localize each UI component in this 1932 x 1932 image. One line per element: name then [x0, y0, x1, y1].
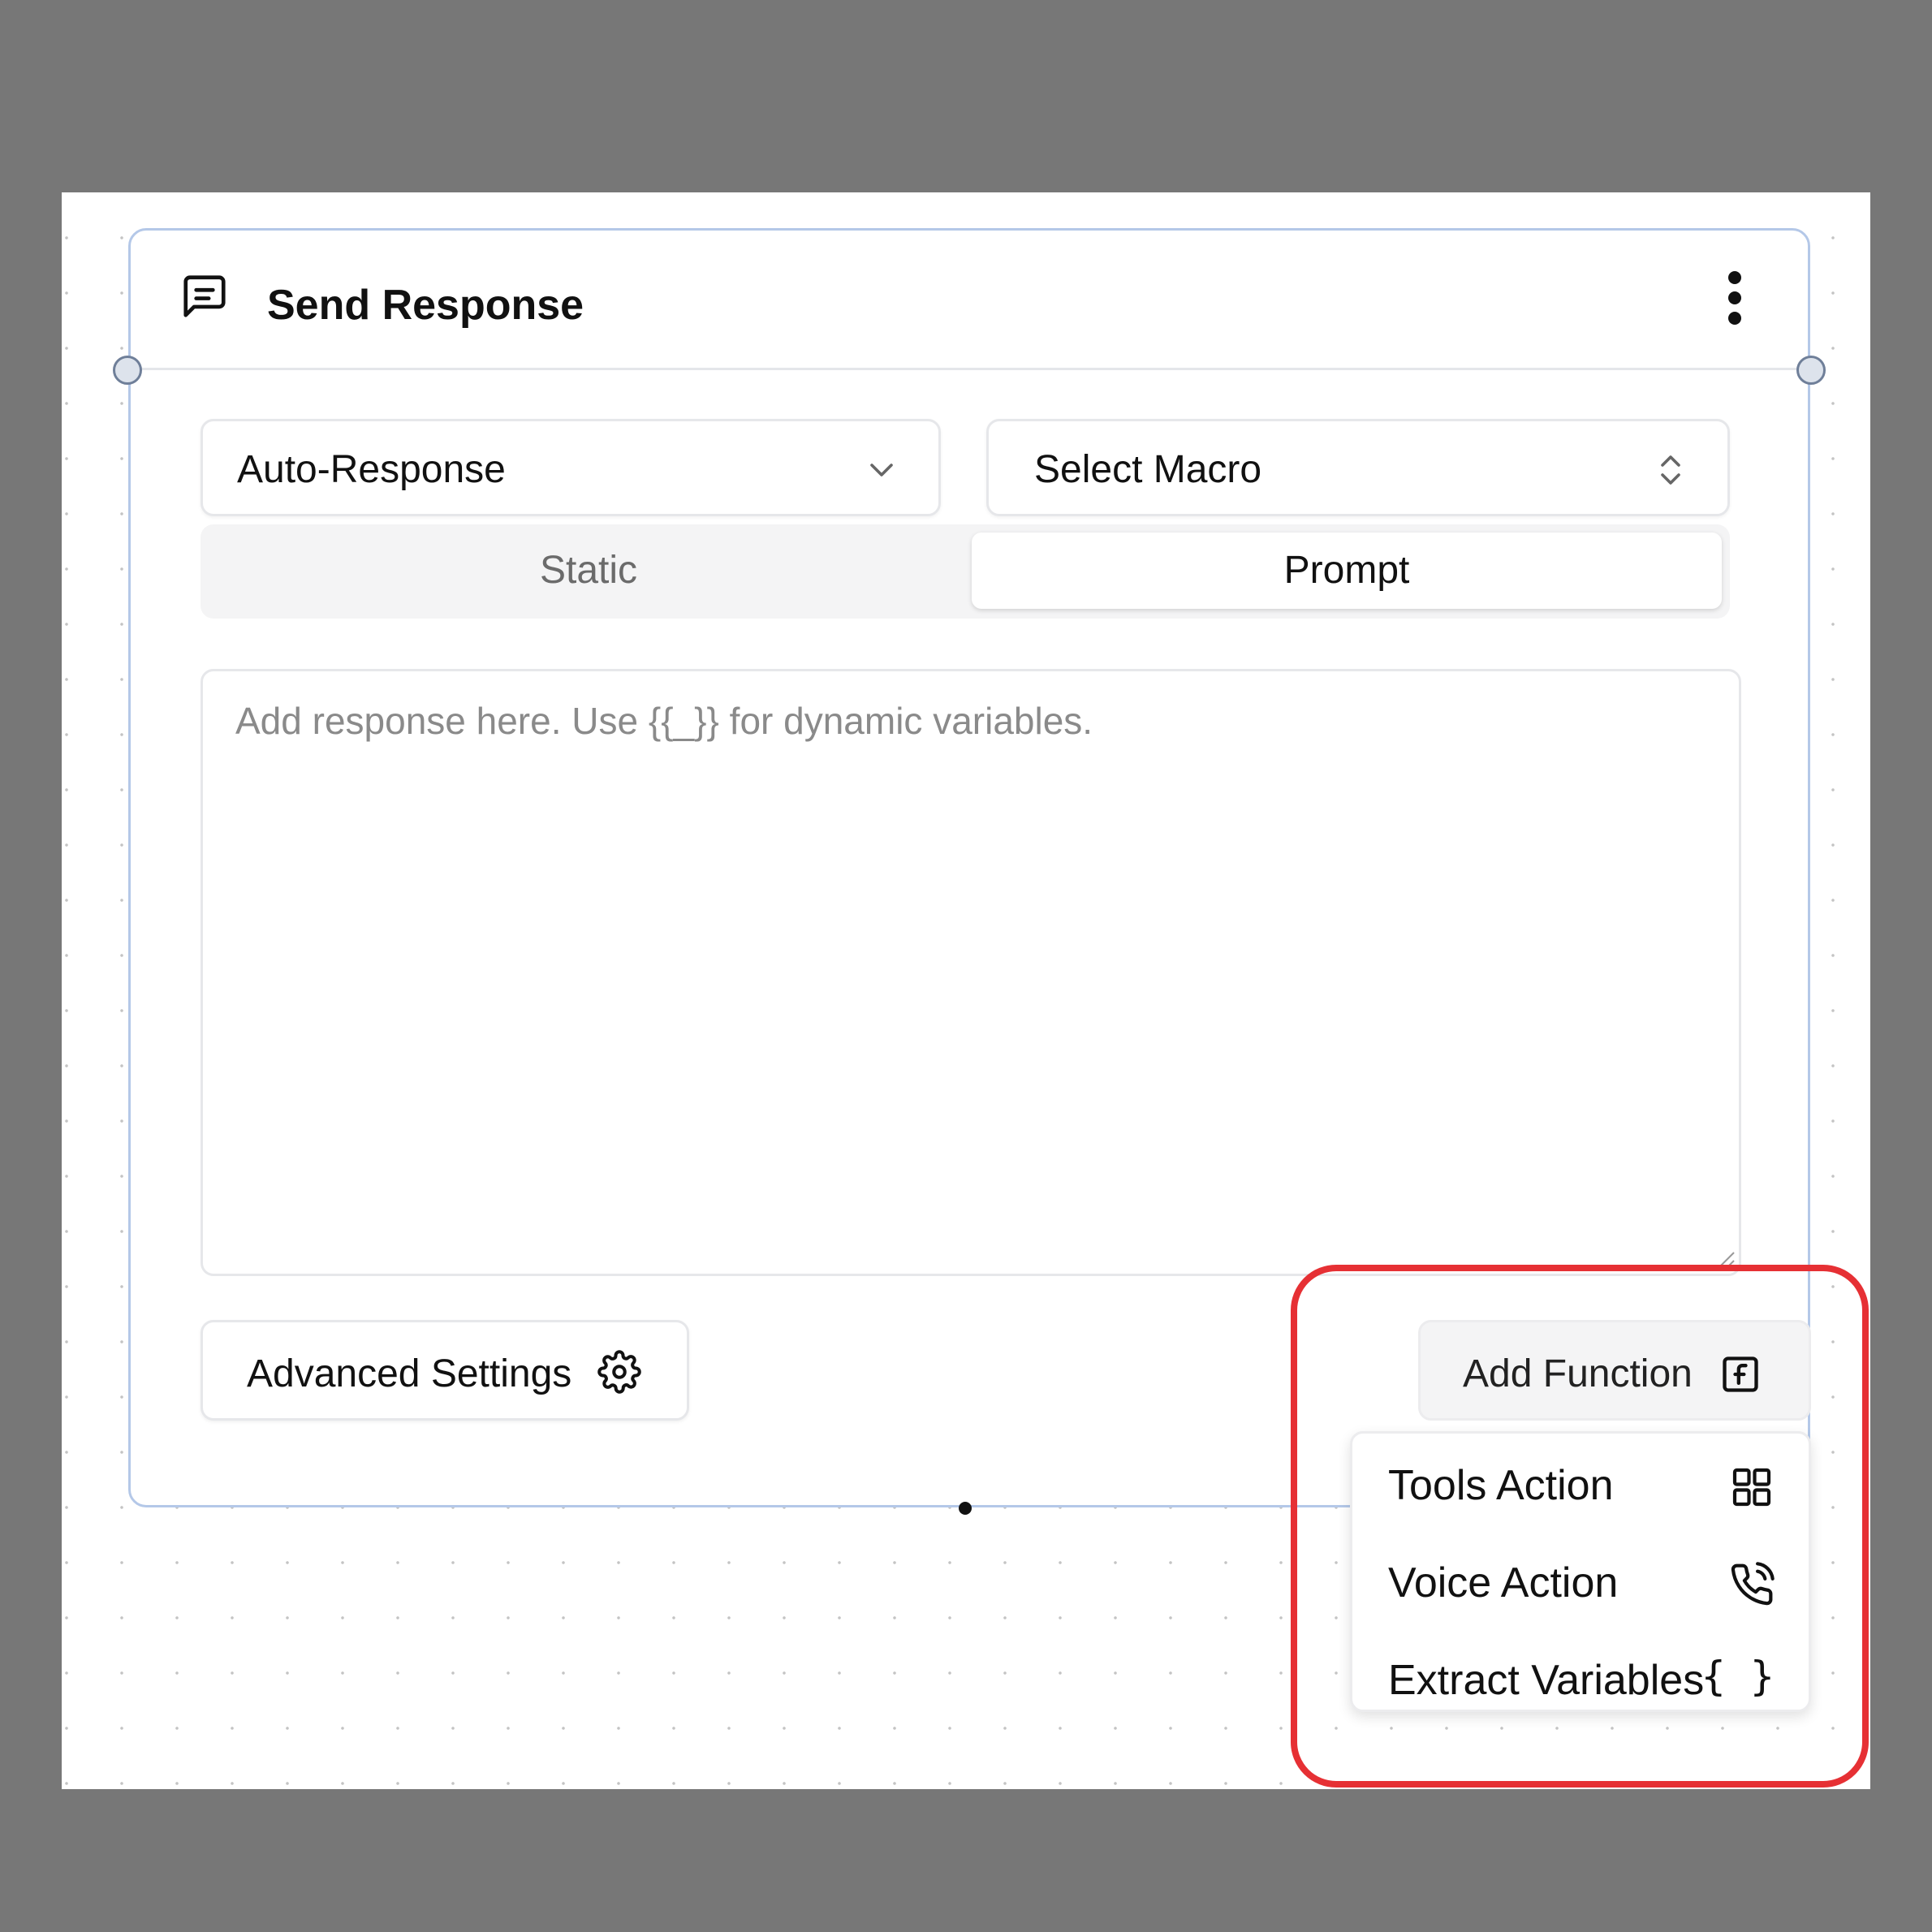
flow-canvas[interactable]: Send Response Auto-Response Select Macro: [62, 192, 1870, 1789]
response-type-value: Auto-Response: [237, 448, 506, 491]
resize-handle-icon[interactable]: [1711, 1246, 1736, 1270]
menu-item-voice-action[interactable]: Voice Action: [1352, 1537, 1809, 1627]
tab-prompt[interactable]: Prompt: [972, 533, 1722, 609]
function-icon: [1723, 1356, 1758, 1392]
tab-static[interactable]: Static: [209, 533, 968, 609]
output-handle-right[interactable]: [1796, 356, 1826, 385]
menu-item-extract-variables[interactable]: Extract Variables { }: [1352, 1635, 1809, 1724]
menu-item-label: Extract Variables: [1388, 1657, 1705, 1704]
output-handle-bottom[interactable]: [959, 1502, 972, 1515]
gear-icon: [597, 1350, 641, 1394]
response-input[interactable]: Add response here. Use {{_}} for dynamic…: [201, 669, 1741, 1276]
input-handle-left[interactable]: [113, 356, 142, 385]
advanced-settings-button[interactable]: Advanced Settings: [201, 1320, 689, 1421]
message-square-icon: [183, 275, 226, 317]
send-response-node[interactable]: Send Response Auto-Response Select Macro: [113, 228, 1826, 1515]
response-type-select[interactable]: Auto-Response: [201, 419, 941, 516]
braces-icon: { }: [1701, 1653, 1775, 1700]
function-menu: Tools Action Voice Action Extract Variab…: [1350, 1431, 1811, 1712]
macro-select[interactable]: Select Macro: [986, 419, 1730, 516]
menu-item-tools-action[interactable]: Tools Action: [1352, 1440, 1809, 1529]
chevron-down-icon: [870, 464, 893, 477]
advanced-settings-label: Advanced Settings: [247, 1352, 572, 1395]
more-vertical-icon[interactable]: [1725, 270, 1744, 326]
chevrons-up-down-icon: [1661, 455, 1680, 485]
response-input-placeholder: Add response here. Use {{_}} for dynamic…: [235, 700, 1093, 742]
node-title: Send Response: [267, 282, 584, 329]
macro-select-value: Select Macro: [1034, 448, 1262, 491]
grid-icon: [1732, 1468, 1771, 1507]
menu-item-label: Voice Action: [1388, 1559, 1619, 1606]
menu-item-label: Tools Action: [1388, 1462, 1614, 1509]
add-function-button[interactable]: Add Function: [1418, 1320, 1811, 1421]
phone-call-icon: [1731, 1562, 1775, 1606]
response-mode-tabs: Static Prompt: [201, 524, 1730, 619]
add-function-label: Add Function: [1463, 1352, 1693, 1395]
node-header: Send Response: [131, 231, 1808, 370]
